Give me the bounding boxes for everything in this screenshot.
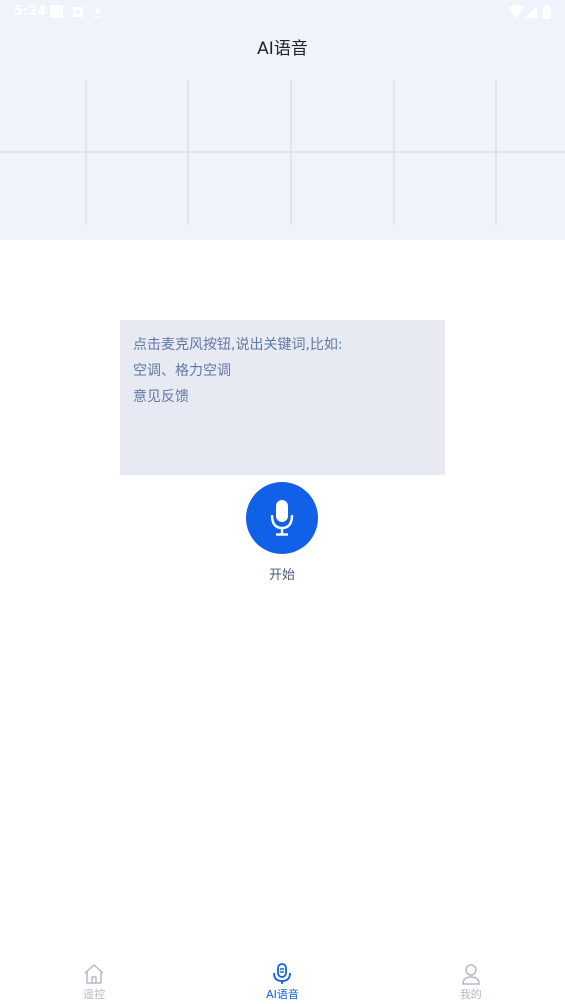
download-icon — [94, 6, 102, 18]
start-label: 开始 — [268, 568, 295, 583]
bottom-nav: 遥控 AI语音 我的 — [0, 952, 565, 1004]
nav-label: AI语音 — [266, 988, 299, 1001]
hint-line: 意见反馈 — [133, 389, 189, 405]
ai-voice-screen: 5:24 AI语音 点击麦克风按钮,说出关键词,比如: 空调、格力空调 意见反馈… — [0, 0, 565, 1004]
header: 5:24 AI语音 — [0, 0, 565, 240]
status-time: 5:24 — [14, 4, 47, 19]
hint-box: 点击麦克风按钮,说出关键词,比如: 空调、格力空调 意见反馈 — [120, 320, 445, 475]
page-title: AI语音 — [257, 39, 308, 59]
battery-icon — [543, 5, 551, 19]
hint-line: 空调、格力空调 — [133, 363, 231, 379]
wifi-icon — [508, 5, 524, 18]
nav-label: 我的 — [459, 988, 482, 1001]
signal-icon — [525, 6, 537, 18]
microphone-icon — [270, 500, 294, 536]
square-icon — [50, 5, 63, 18]
notification-icon — [73, 7, 83, 17]
nav-label: 遥控 — [83, 988, 106, 1001]
status-bar: 5:24 — [0, 0, 565, 24]
home-icon — [84, 964, 104, 984]
hint-line: 点击麦克风按钮,说出关键词,比如: — [133, 337, 343, 353]
voice-wave-grid — [0, 80, 565, 225]
microphone-button[interactable] — [246, 482, 318, 554]
person-icon — [462, 964, 480, 985]
voice-icon — [273, 963, 292, 984]
nav-item-mine[interactable]: 我的 — [377, 952, 565, 1004]
nav-item-ai-voice[interactable]: AI语音 — [188, 952, 376, 1004]
nav-item-remote[interactable]: 遥控 — [0, 952, 188, 1004]
